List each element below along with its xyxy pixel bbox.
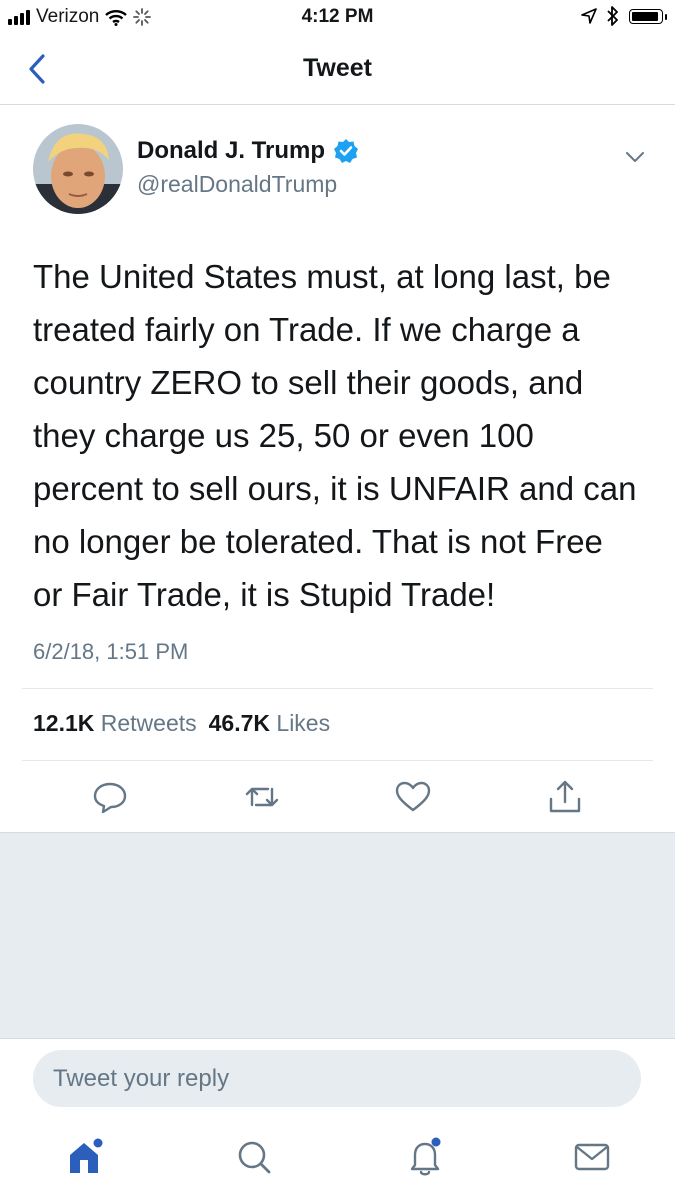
likes-count: 46.7K [208,710,271,736]
likes-stat[interactable]: 46.7K Likes [209,710,330,737]
retweet-button[interactable] [242,777,282,817]
tab-notifications[interactable] [403,1135,447,1179]
share-button[interactable] [545,777,585,817]
page-title: Tweet [303,54,372,82]
tweet-line: or Fair Trade, it is Stupid Trade! [33,576,496,613]
like-icon [395,781,431,812]
tweet-actions [0,777,675,827]
like-button[interactable] [393,777,433,817]
notifications-icon [410,1137,441,1176]
author-handle[interactable]: @realDonaldTrump [137,171,337,198]
author-name[interactable]: Donald J. Trump [137,137,325,165]
more-options-button[interactable] [622,147,648,167]
tweet-line: percent to sell ours, it is UNFAIR and c… [33,470,637,507]
retweets-stat[interactable]: 12.1K Retweets [33,710,197,737]
divider [22,760,653,761]
reply-button[interactable] [90,777,130,817]
messages-icon [574,1143,610,1171]
tweet-line: they charge us 25, 50 or even 100 [33,417,534,454]
reply-input[interactable]: Tweet your reply [33,1050,641,1107]
tab-bar [0,1125,675,1200]
home-icon [70,1138,103,1173]
battery-icon [629,8,667,24]
likes-label: Likes [276,710,331,736]
status-right [581,6,667,26]
tab-messages[interactable] [570,1135,614,1179]
divider [22,688,653,689]
tweet-line: country ZERO to sell their goods, and [33,364,584,401]
tab-search[interactable] [232,1135,276,1179]
replies-area [0,832,675,1039]
status-bar: Verizon 4:12 PM [0,0,675,34]
tweet-text: The United States must, at long last, be… [33,250,653,621]
reply-placeholder: Tweet your reply [53,1065,230,1092]
retweets-label: Retweets [100,710,197,736]
retweet-icon [245,787,279,807]
verified-badge-icon [334,139,359,163]
avatar[interactable] [33,124,123,214]
tweet-line: no longer be tolerated. That is not Free [33,523,603,560]
author-name-row: Donald J. Trump [137,137,359,165]
avatar-image [33,124,123,214]
bluetooth-icon [607,6,618,26]
location-arrow-icon [581,8,597,24]
tab-home[interactable] [64,1135,108,1179]
tweet-timestamp: 6/2/18, 1:51 PM [33,639,189,664]
nav-bar: Tweet [0,34,675,105]
search-icon [238,1141,271,1174]
chevron-down-icon [626,152,644,162]
share-icon [549,780,581,813]
status-time: 4:12 PM [301,6,374,27]
retweets-count: 12.1K [33,710,95,736]
tweet-stats: 12.1K Retweets 46.7K Likes [33,710,330,737]
tweet-line: The United States must, at long last, be [33,258,611,295]
tweet-line: treated fairly on Trade. If we charge a [33,311,580,348]
reply-icon [93,782,127,814]
